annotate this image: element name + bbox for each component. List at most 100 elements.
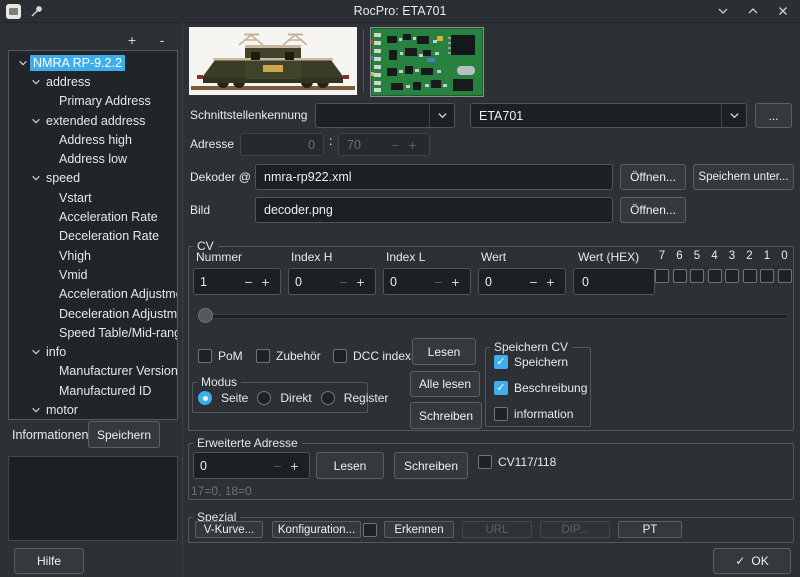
spinner-decrement[interactable]: − <box>335 274 352 290</box>
window-title: RocPro: ETA701 <box>0 4 800 18</box>
tree-item[interactable]: Manufacturer Version <box>9 362 177 381</box>
information-checkbox[interactable] <box>494 407 508 421</box>
cv-spinner[interactable]: 0−+ <box>478 268 566 295</box>
wert-hex-input[interactable] <box>573 268 655 295</box>
spinner-increment[interactable]: + <box>286 458 303 474</box>
cv-spinner[interactable]: 0−+ <box>288 268 376 295</box>
modus-radio-direkt[interactable] <box>257 391 271 405</box>
titlebar-left <box>0 4 43 19</box>
maximize-icon[interactable] <box>746 4 760 18</box>
pin-icon[interactable] <box>29 4 43 18</box>
tree-item[interactable]: Address high <box>9 130 177 149</box>
cv-slider-handle[interactable] <box>198 308 213 323</box>
zubehör-checkbox[interactable] <box>256 349 270 363</box>
ok-button[interactable]: ✓ OK <box>713 548 791 574</box>
tree-item[interactable]: NMRA RP-9.2.2 <box>9 53 177 72</box>
pom-checkbox[interactable] <box>198 349 212 363</box>
tree-item[interactable]: address <box>9 72 177 91</box>
spinner-decrement[interactable]: − <box>269 458 286 474</box>
speichern-unter-button[interactable]: Speichern unter... <box>693 164 794 190</box>
informationen-label: Informationen <box>12 428 88 442</box>
bit-checkbox[interactable] <box>708 269 722 283</box>
informationen-textarea[interactable] <box>8 456 178 541</box>
chevron-down-icon[interactable] <box>28 116 43 126</box>
bit-checkbox[interactable] <box>725 269 739 283</box>
cv-schreiben-button[interactable]: Schreiben <box>410 402 482 429</box>
spezial-erkennen-button[interactable]: Erkennen <box>384 521 454 538</box>
cv-alle-lesen-button[interactable]: Alle lesen <box>410 371 480 397</box>
spinner-increment[interactable]: + <box>447 274 464 290</box>
tree-item[interactable]: Vhigh <box>9 246 177 265</box>
decoder-name-combobox-value: ETA701 <box>471 109 721 123</box>
hilfe-button[interactable]: Hilfe <box>14 548 84 574</box>
konfiguration-checkbox[interactable] <box>363 523 377 537</box>
chevron-down-icon[interactable] <box>15 58 30 68</box>
erweiterte-lesen-button[interactable]: Lesen <box>316 452 384 479</box>
spezial-pt-button[interactable]: PT <box>618 521 682 538</box>
cv117-118-checkbox[interactable] <box>478 455 492 469</box>
adresse-separator: : <box>329 134 332 148</box>
tree-item[interactable]: Address low <box>9 149 177 168</box>
cv-lesen-button[interactable]: Lesen <box>412 338 476 365</box>
spezial-vkurve-button[interactable]: V-Kurve... <box>195 521 263 538</box>
tree-item[interactable]: Deceleration Rate <box>9 227 177 246</box>
erweiterte-adresse-spinner[interactable]: 0 − + <box>193 452 310 479</box>
tree-item-label: extended address <box>43 113 148 129</box>
panel-splitter[interactable] <box>182 22 183 577</box>
bit-checkbox[interactable] <box>760 269 774 283</box>
cv117-118-label: CV117/118 <box>498 455 556 469</box>
more-button[interactable]: ... <box>755 103 792 128</box>
tree-item[interactable]: extended address <box>9 111 177 130</box>
spezial-konfiguration-button[interactable]: Konfiguration... <box>272 521 361 538</box>
cv-spinner[interactable]: 1−+ <box>193 268 281 295</box>
tree-item[interactable]: speed <box>9 169 177 188</box>
tree-item[interactable]: Primary Address <box>9 92 177 111</box>
tree-expand-button[interactable]: + <box>122 31 142 48</box>
speichern-checkbox[interactable]: ✓ <box>494 355 508 369</box>
spinner-increment[interactable]: + <box>542 274 559 290</box>
tree-item[interactable]: motor <box>9 400 177 419</box>
minimize-icon[interactable] <box>716 4 730 18</box>
spinner-decrement[interactable]: − <box>525 274 542 290</box>
tree-item[interactable]: Deceleration Adjustment <box>9 304 177 323</box>
tree-item-label: Acceleration Rate <box>56 209 161 225</box>
tree-item[interactable]: Manufactured ID <box>9 381 177 400</box>
checkbox-label: information <box>514 407 573 421</box>
spinner-increment[interactable]: + <box>352 274 369 290</box>
beschreibung-checkbox[interactable]: ✓ <box>494 381 508 395</box>
close-icon[interactable] <box>776 4 790 18</box>
spinner-decrement[interactable]: − <box>430 274 447 290</box>
bild-file-input[interactable] <box>255 197 613 223</box>
cv-slider-track[interactable] <box>196 314 788 319</box>
tree-item[interactable]: Vmid <box>9 265 177 284</box>
modus-radio-register[interactable] <box>321 391 335 405</box>
decoder-name-combobox[interactable]: ETA701 <box>470 103 747 128</box>
tree-item[interactable]: info <box>9 342 177 361</box>
dekoder-oeffnen-button[interactable]: Öffnen... <box>620 164 686 190</box>
tree-item[interactable]: Acceleration Rate <box>9 207 177 226</box>
spinner-decrement[interactable]: − <box>240 274 257 290</box>
tree-item[interactable]: Speed Table/Mid-range <box>9 323 177 342</box>
chevron-down-icon[interactable] <box>28 77 43 87</box>
modus-radio-seite[interactable] <box>198 391 212 405</box>
bit-checkbox[interactable] <box>655 269 669 283</box>
chevron-down-icon[interactable] <box>28 347 43 357</box>
bild-oeffnen-button[interactable]: Öffnen... <box>620 197 686 223</box>
tree-collapse-button[interactable]: - <box>152 31 172 48</box>
chevron-down-icon[interactable] <box>28 173 43 183</box>
dcc-index-checkbox[interactable] <box>333 349 347 363</box>
bit-checkbox[interactable] <box>778 269 792 283</box>
bit-checkbox[interactable] <box>690 269 704 283</box>
tree-item[interactable]: Acceleration Adjustment <box>9 285 177 304</box>
bit-checkbox[interactable] <box>743 269 757 283</box>
interface-combobox[interactable] <box>315 103 455 128</box>
tree-item[interactable]: Vstart <box>9 188 177 207</box>
info-speichern-button[interactable]: Speichern <box>88 421 160 448</box>
dekoder-file-input[interactable] <box>255 164 613 190</box>
erweiterte-schreiben-button[interactable]: Schreiben <box>394 452 468 479</box>
chevron-down-icon[interactable] <box>28 405 43 415</box>
radio-label: Seite <box>221 391 248 405</box>
cv-spinner[interactable]: 0−+ <box>383 268 471 295</box>
spinner-increment[interactable]: + <box>257 274 274 290</box>
bit-checkbox[interactable] <box>673 269 687 283</box>
